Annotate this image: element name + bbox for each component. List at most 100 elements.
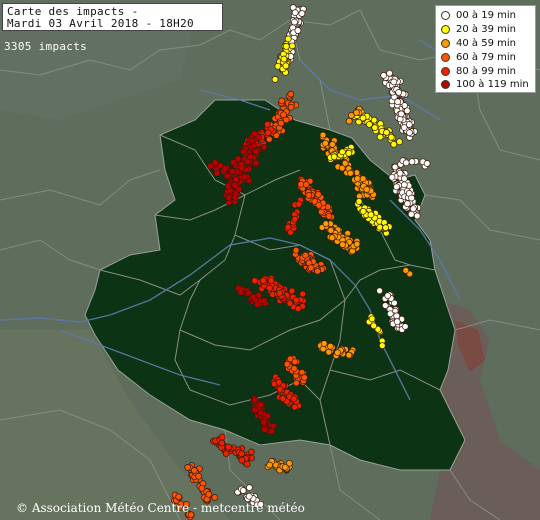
impact-dot [195, 472, 203, 480]
legend-item: 60 à 79 min [441, 50, 531, 64]
impact-dot [353, 109, 360, 116]
impact-dot [253, 301, 261, 308]
impact-dot [423, 160, 431, 167]
impact-dot [225, 443, 232, 451]
impact-dot [257, 401, 264, 408]
impact-dot [305, 192, 313, 199]
impact-dot [378, 342, 386, 349]
impact-dot [282, 62, 290, 70]
impact-dot [260, 143, 268, 151]
impact-dot [231, 181, 239, 189]
impact-dot [257, 409, 264, 417]
impact-dot [276, 289, 284, 297]
impact-dot [287, 90, 295, 98]
impact-dot [400, 181, 408, 189]
impact-dot [218, 439, 226, 447]
impact-dot [279, 395, 287, 402]
impact-dot [404, 200, 411, 208]
impact-dot [371, 124, 379, 131]
impact-dot [205, 490, 213, 498]
impact-dot [234, 155, 242, 163]
impact-count: 3305 impacts [4, 40, 88, 53]
impact-dot [287, 103, 295, 111]
impact-dot [395, 89, 403, 96]
impact-dot [408, 194, 415, 202]
impact-dot [301, 374, 308, 381]
legend-label: 00 à 19 min [456, 10, 516, 22]
impact-dot [238, 456, 246, 464]
impact-dot [322, 220, 330, 228]
impact-dot [294, 27, 302, 34]
impact-dot [292, 246, 300, 254]
impact-dot [243, 460, 251, 468]
impact-dot [238, 450, 245, 458]
impact-dot [224, 182, 232, 190]
impact-dot [408, 158, 416, 166]
impact-dot [282, 43, 290, 50]
impact-dot [359, 207, 367, 215]
impact-dot [402, 159, 410, 167]
impact-dot [400, 124, 408, 131]
impact-dot [239, 487, 247, 494]
impact-dot [264, 129, 272, 137]
impact-dot [401, 323, 409, 330]
impact-dot [294, 305, 302, 312]
impact-dot [367, 211, 375, 219]
impact-dot [275, 379, 283, 386]
impact-dot [224, 172, 231, 180]
legend-color-dot-icon [441, 25, 450, 35]
impact-dot [264, 412, 272, 420]
impact-dot [325, 212, 333, 220]
impact-dot [291, 215, 299, 223]
impact-dot [386, 310, 394, 318]
impact-dot [248, 448, 255, 456]
impact-dot [314, 267, 321, 275]
impact-dot [341, 159, 349, 167]
impact-dot [388, 173, 396, 181]
impact-dot [280, 55, 288, 63]
legend-item: 00 à 19 min [441, 9, 531, 23]
impact-dot [276, 385, 284, 393]
impact-dot [251, 406, 259, 414]
impact-dot [383, 129, 390, 136]
impact-dot [393, 312, 401, 320]
impact-dot [366, 121, 373, 128]
impact-dot [402, 267, 410, 274]
impact-dot [390, 78, 398, 86]
impact-dot [391, 163, 399, 171]
impact-dot [225, 194, 233, 201]
legend-label: 20 à 39 min [456, 24, 516, 36]
impact-dot [251, 396, 259, 404]
legend-color-dot-icon [441, 11, 450, 21]
impact-dot [238, 164, 246, 172]
impact-dot [322, 139, 329, 147]
impact-dot [386, 69, 393, 77]
impact-dot [393, 183, 400, 191]
impact-dot [271, 76, 279, 83]
impact-dot [190, 467, 198, 474]
impact-dot [354, 175, 361, 182]
impact-dot [291, 18, 298, 26]
impact-dot [384, 292, 392, 299]
impact-dot [264, 121, 271, 128]
legend-label: 60 à 79 min [456, 51, 516, 63]
impact-dot [319, 345, 327, 353]
impact-dot [298, 10, 306, 17]
impact-dot [397, 110, 405, 118]
impact-dot [355, 198, 363, 205]
impact-dot [320, 340, 328, 347]
legend-color-dot-icon [441, 52, 450, 62]
impact-dot [286, 300, 294, 307]
impact-dot [218, 433, 226, 441]
legend-item: 40 à 59 min [441, 37, 531, 51]
impact-dot [240, 148, 247, 155]
legend-item: 20 à 39 min [441, 23, 531, 37]
impact-dot [368, 315, 376, 323]
legend-item: 100 à 119 min [441, 78, 531, 92]
legend-label: 80 à 99 min [456, 65, 516, 77]
impact-dot [390, 140, 398, 148]
impact-dot [237, 288, 245, 296]
impact-dot [288, 287, 296, 295]
impact-dot [261, 426, 268, 433]
impact-dot [353, 240, 361, 248]
